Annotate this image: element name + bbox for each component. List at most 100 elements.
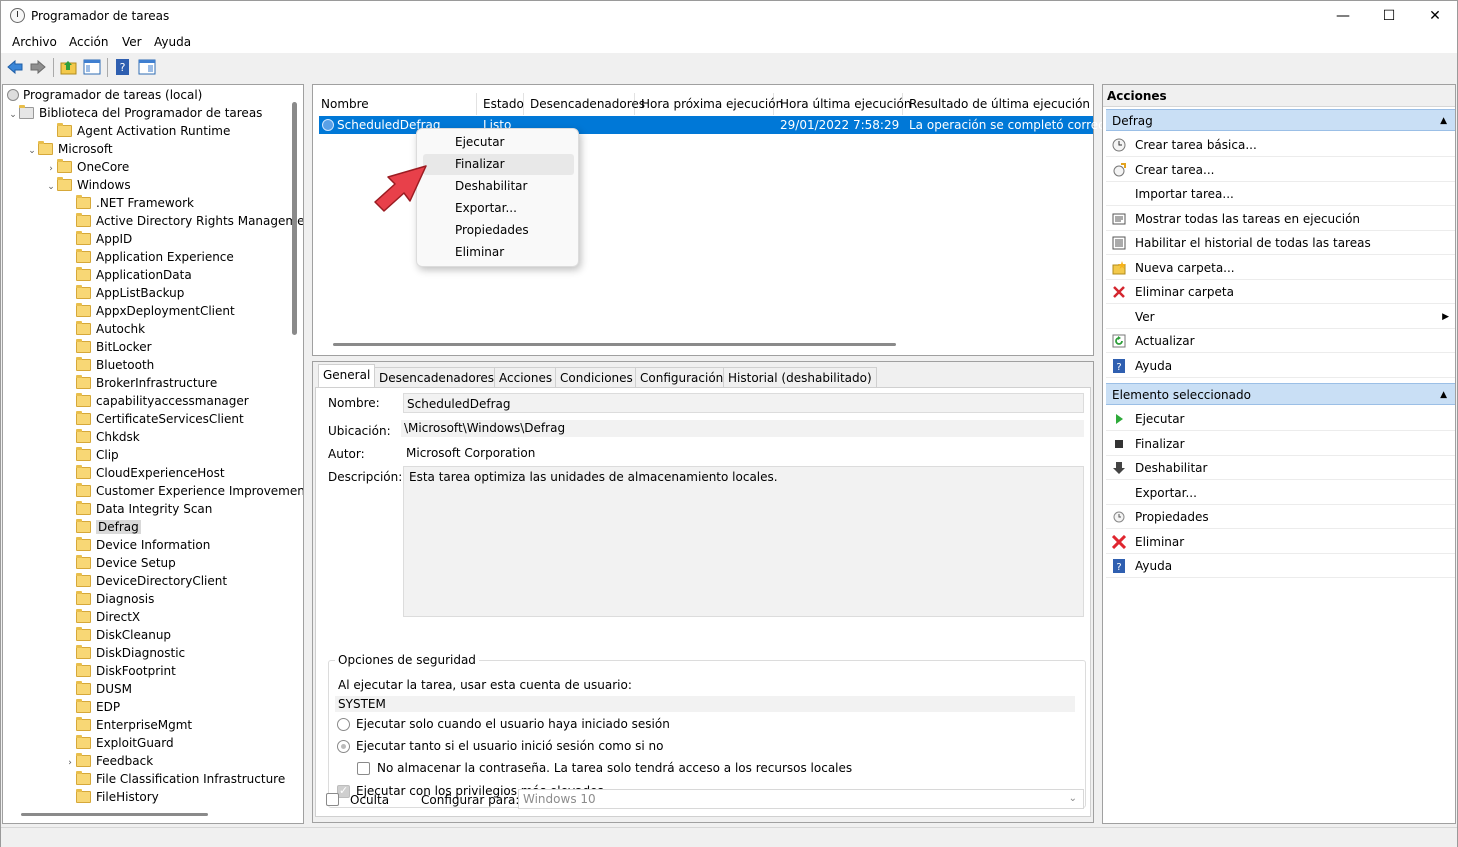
tree-item[interactable]: File Classification Infrastructure xyxy=(64,770,285,788)
ctx-ejecutar[interactable]: Ejecutar xyxy=(423,132,574,153)
action-deshabilitar[interactable]: Deshabilitar xyxy=(1106,456,1455,480)
tree-item[interactable]: BitLocker xyxy=(64,338,152,356)
tree-item[interactable]: ApplicationData xyxy=(64,266,192,284)
collapse-icon[interactable]: ▲ xyxy=(1440,110,1447,132)
back-icon[interactable] xyxy=(6,58,24,76)
no-store-password-checkbox[interactable] xyxy=(357,762,370,775)
action-mostrar-todas-las-tareas-en-ejecución[interactable]: Mostrar todas las tareas en ejecución xyxy=(1106,207,1455,231)
chevron-down-icon[interactable]: ⌄ xyxy=(45,178,57,196)
tab-configuracion[interactable]: Configuración xyxy=(635,367,729,388)
tree-item[interactable]: capabilityaccessmanager xyxy=(64,392,249,410)
user-account-field[interactable]: SYSTEM xyxy=(335,696,1075,712)
tree-item[interactable]: Diagnosis xyxy=(64,590,154,608)
maximize-button[interactable]: ☐ xyxy=(1366,1,1412,31)
column-header-nombre[interactable]: Nombre xyxy=(315,93,477,115)
action-habilitar-el-historial-de-todas-las-tareas[interactable]: Habilitar el historial de todas las tare… xyxy=(1106,231,1455,255)
tree-item[interactable]: AppListBackup xyxy=(64,284,184,302)
menu-archivo[interactable]: Archivo xyxy=(12,35,57,49)
tab-acciones[interactable]: Acciones xyxy=(494,367,558,388)
minimize-button[interactable]: — xyxy=(1320,1,1366,31)
tree-horizontal-scrollbar[interactable] xyxy=(21,813,208,816)
action-eliminar-carpeta[interactable]: Eliminar carpeta xyxy=(1106,280,1455,304)
action-exportar[interactable]: Exportar... xyxy=(1106,481,1455,505)
author-field[interactable]: Microsoft Corporation xyxy=(403,443,1084,463)
action-importar-tarea[interactable]: Importar tarea... xyxy=(1106,182,1455,206)
tree-item[interactable]: › OneCore xyxy=(45,158,129,176)
tree-item[interactable]: DiskDiagnostic xyxy=(64,644,185,662)
column-header-estado[interactable]: Estado xyxy=(477,93,524,115)
tree-item[interactable]: Chkdsk xyxy=(64,428,140,446)
menu-ayuda[interactable]: Ayuda xyxy=(154,35,191,49)
tab-historial[interactable]: Historial (deshabilitado) xyxy=(723,367,877,388)
column-header-ultima[interactable]: Hora última ejecución xyxy=(774,93,911,115)
up-folder-icon[interactable] xyxy=(60,58,78,76)
tree-item[interactable]: FileHistory xyxy=(64,788,159,806)
tree-item[interactable]: BrokerInfrastructure xyxy=(64,374,217,392)
tree-item[interactable]: EnterpriseMgmt xyxy=(64,716,192,734)
configure-for-select[interactable]: Windows 10 ⌄ xyxy=(518,789,1084,809)
tree-item[interactable]: Device Setup xyxy=(64,554,176,572)
tree-item[interactable]: DeviceDirectoryClient xyxy=(64,572,227,590)
tree-item[interactable]: AppID xyxy=(64,230,132,248)
chevron-down-icon[interactable]: ⌄ xyxy=(7,106,19,124)
column-header-desencadenadores[interactable]: Desencadenadores xyxy=(524,93,645,115)
tree-item[interactable]: .NET Framework xyxy=(64,194,194,212)
tree-item[interactable]: Data Integrity Scan xyxy=(64,500,212,518)
tree-item[interactable]: CertificateServicesClient xyxy=(64,410,244,428)
tree-item[interactable]: Bluetooth xyxy=(64,356,154,374)
action-ejecutar[interactable]: Ejecutar xyxy=(1106,407,1455,431)
action-finalizar[interactable]: Finalizar xyxy=(1106,432,1455,456)
action-ayuda[interactable]: ? Ayuda xyxy=(1106,554,1455,578)
tree-item[interactable]: Defrag xyxy=(64,518,141,536)
tree-item[interactable]: Agent Activation Runtime xyxy=(45,122,230,140)
actions-section-defrag[interactable]: Defrag ▲ xyxy=(1106,109,1455,131)
action-nueva-carpeta[interactable]: Nueva carpeta... xyxy=(1106,256,1455,280)
tree-item[interactable]: DUSM xyxy=(64,680,132,698)
action-propiedades[interactable]: Propiedades xyxy=(1106,505,1455,529)
hidden-checkbox[interactable] xyxy=(326,793,339,806)
collapse-icon[interactable]: ▲ xyxy=(1440,384,1447,406)
tree-item[interactable]: ExploitGuard xyxy=(64,734,174,752)
name-field[interactable]: ScheduledDefrag xyxy=(403,393,1084,413)
column-header-resultado[interactable]: Resultado de última ejecución xyxy=(903,93,1091,115)
action-ver[interactable]: Ver ▶ xyxy=(1106,305,1455,329)
ctx-deshabilitar[interactable]: Deshabilitar xyxy=(423,176,574,197)
menu-ver[interactable]: Ver xyxy=(122,35,142,49)
tab-desencadenadores[interactable]: Desencadenadores xyxy=(374,367,500,388)
tab-condiciones[interactable]: Condiciones xyxy=(555,367,638,388)
help-icon[interactable]: ? xyxy=(114,58,132,76)
location-field[interactable]: \Microsoft\Windows\Defrag xyxy=(401,420,1084,437)
radio-run-logged-on[interactable] xyxy=(337,718,350,731)
show-hide-tree-icon[interactable] xyxy=(83,58,101,76)
tree-item[interactable]: Application Experience xyxy=(64,248,234,266)
tree-item[interactable]: Autochk xyxy=(64,320,145,338)
tree-item[interactable]: DirectX xyxy=(64,608,140,626)
tree-item[interactable]: DiskCleanup xyxy=(64,626,171,644)
action-crear-tarea[interactable]: Crear tarea... xyxy=(1106,158,1455,182)
tree-item[interactable]: Device Information xyxy=(64,536,210,554)
tree-item[interactable]: EDP xyxy=(64,698,120,716)
column-header-proxima[interactable]: Hora próxima ejecución xyxy=(635,93,783,115)
forward-icon[interactable] xyxy=(29,58,47,76)
action-crear-tarea-básica[interactable]: Crear tarea básica... xyxy=(1106,133,1455,157)
tree-vertical-scrollbar[interactable] xyxy=(292,102,297,335)
ctx-finalizar[interactable]: Finalizar xyxy=(423,154,574,175)
ctx-propiedades[interactable]: Propiedades xyxy=(423,220,574,241)
action-ayuda[interactable]: ? Ayuda xyxy=(1106,354,1455,378)
ctx-eliminar[interactable]: Eliminar xyxy=(423,242,574,263)
tree-item[interactable]: › Feedback xyxy=(64,752,153,770)
tab-general[interactable]: General xyxy=(318,364,376,388)
tree-item[interactable]: ⌄ Windows xyxy=(45,176,131,194)
actions-section-selected[interactable]: Elemento seleccionado ▲ xyxy=(1106,383,1455,405)
list-horizontal-scrollbar[interactable] xyxy=(333,343,896,346)
tree-item[interactable]: Clip xyxy=(64,446,119,464)
close-button[interactable]: ✕ xyxy=(1412,1,1458,31)
action-eliminar[interactable]: Eliminar xyxy=(1106,530,1455,554)
tree-item[interactable]: Customer Experience Improvemen xyxy=(64,482,303,500)
radio-run-whether-logged[interactable] xyxy=(337,740,350,753)
description-field[interactable]: Esta tarea optimiza las unidades de alma… xyxy=(403,466,1084,617)
action-actualizar[interactable]: Actualizar xyxy=(1106,329,1455,353)
tree-item[interactable]: Active Directory Rights Manageme xyxy=(64,212,303,230)
tree-item[interactable]: AppxDeploymentClient xyxy=(64,302,235,320)
show-hide-action-pane-icon[interactable] xyxy=(138,58,156,76)
